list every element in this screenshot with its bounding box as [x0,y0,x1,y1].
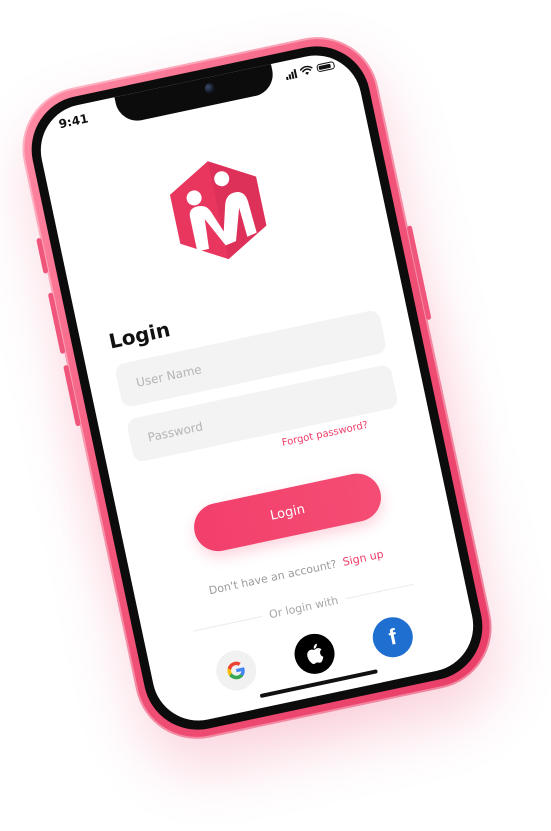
google-login-button[interactable] [212,646,260,695]
google-icon [227,661,245,680]
facebook-icon: f [386,623,399,650]
battery-icon [316,60,336,73]
camera-icon [203,82,216,95]
divider-label: Or login with [267,593,340,622]
divider-line-left [193,616,262,632]
signup-link[interactable]: Sign up [342,547,385,568]
app-logo [169,161,267,260]
signup-prompt: Don't have an account? [207,557,338,598]
status-time: 9:41 [57,111,90,132]
status-icons [285,60,336,81]
wifi-icon [299,65,313,75]
signup-line: Don't have an account? Sign up [135,532,457,612]
facebook-login-button[interactable]: f [369,613,417,661]
signal-icon [285,68,298,81]
login-title: Login [106,317,173,354]
stage: 9:41 Login User Name Forgot password? Lo… [0,0,551,831]
login-button[interactable]: Login [189,469,386,556]
apple-icon [307,643,324,665]
divider-line-right [345,583,415,600]
apple-login-button[interactable] [290,630,339,678]
